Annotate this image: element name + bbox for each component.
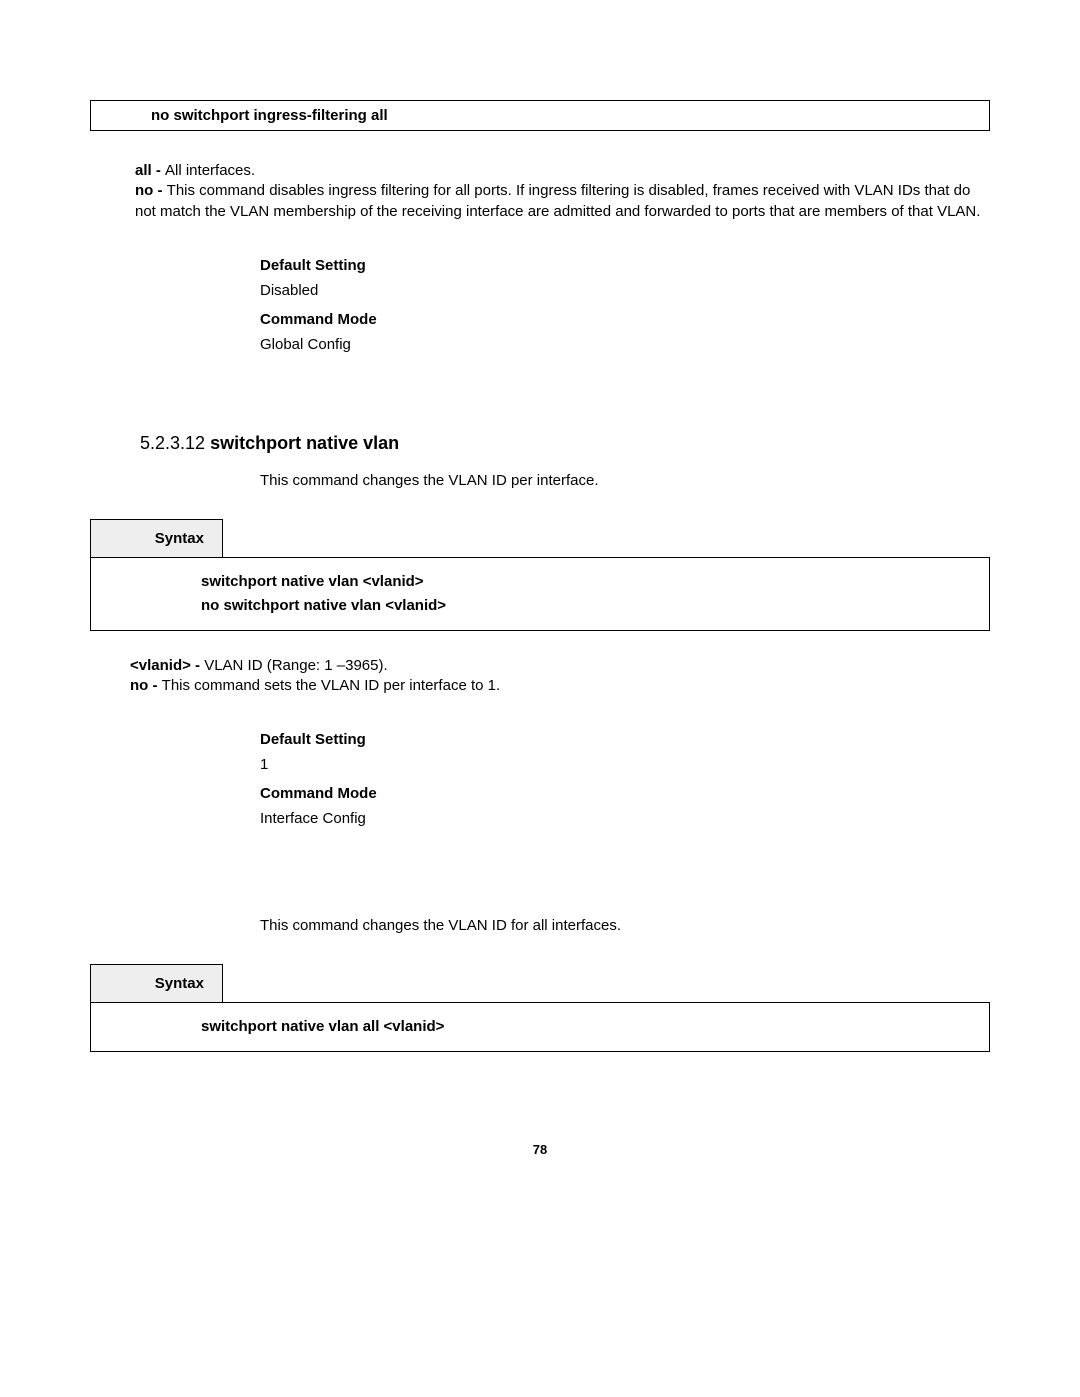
param-no2-label: no - — [130, 677, 162, 694]
syntax-header-label: Syntax — [90, 519, 223, 558]
default-setting-label: Default Setting — [260, 257, 990, 274]
syntax-block-1: Syntax switchport native vlan <vlanid> n… — [90, 519, 990, 631]
section-title: switchport native vlan — [210, 433, 399, 453]
default-setting-value: Disabled — [260, 282, 990, 299]
param-description-all: all - All interfaces. no - This command … — [135, 161, 990, 222]
command-mode-label-2: Command Mode — [260, 785, 990, 802]
param-no-label: no - — [135, 182, 167, 199]
section-number: 5.2.3.12 — [140, 433, 210, 453]
param-vlanid-desc: VLAN ID (Range: 1 –3965). — [204, 657, 387, 674]
default-setting-label-2: Default Setting — [260, 731, 990, 748]
param-description-vlanid: <vlanid> - VLAN ID (Range: 1 –3965). no … — [130, 656, 990, 697]
settings-block-1: Default Setting Disabled Command Mode Gl… — [260, 257, 990, 353]
syntax-line: switchport native vlan <vlanid> — [201, 570, 981, 594]
syntax-line: no switchport native vlan <vlanid> — [201, 594, 981, 618]
default-setting-value-2: 1 — [260, 756, 990, 773]
command-text: no switchport ingress-filtering all — [151, 107, 388, 124]
param-no2-desc: This command sets the VLAN ID per interf… — [162, 677, 500, 694]
command-mode-value: Global Config — [260, 336, 990, 353]
syntax-body-1: switchport native vlan <vlanid> no switc… — [90, 557, 990, 631]
syntax-body-2: switchport native vlan all <vlanid> — [90, 1002, 990, 1052]
section-description-2: This command changes the VLAN ID for all… — [260, 917, 990, 934]
section-description: This command changes the VLAN ID per int… — [260, 472, 990, 489]
document-page: no switchport ingress-filtering all all … — [0, 0, 1080, 1217]
param-all-label: all - — [135, 162, 165, 179]
settings-block-2: Default Setting 1 Command Mode Interface… — [260, 731, 990, 827]
param-vlanid-label: <vlanid> - — [130, 657, 204, 674]
syntax-header-label-2: Syntax — [90, 964, 223, 1003]
param-no-desc: This command disables ingress filtering … — [135, 182, 980, 219]
command-mode-label: Command Mode — [260, 311, 990, 328]
command-box-top: no switchport ingress-filtering all — [90, 100, 990, 131]
section-heading: 5.2.3.12 switchport native vlan — [140, 433, 990, 454]
command-mode-value-2: Interface Config — [260, 810, 990, 827]
param-all-desc: All interfaces. — [165, 162, 255, 179]
page-number: 78 — [90, 1142, 990, 1157]
syntax-block-2: Syntax switchport native vlan all <vlani… — [90, 964, 990, 1052]
syntax-line: switchport native vlan all <vlanid> — [201, 1015, 981, 1039]
